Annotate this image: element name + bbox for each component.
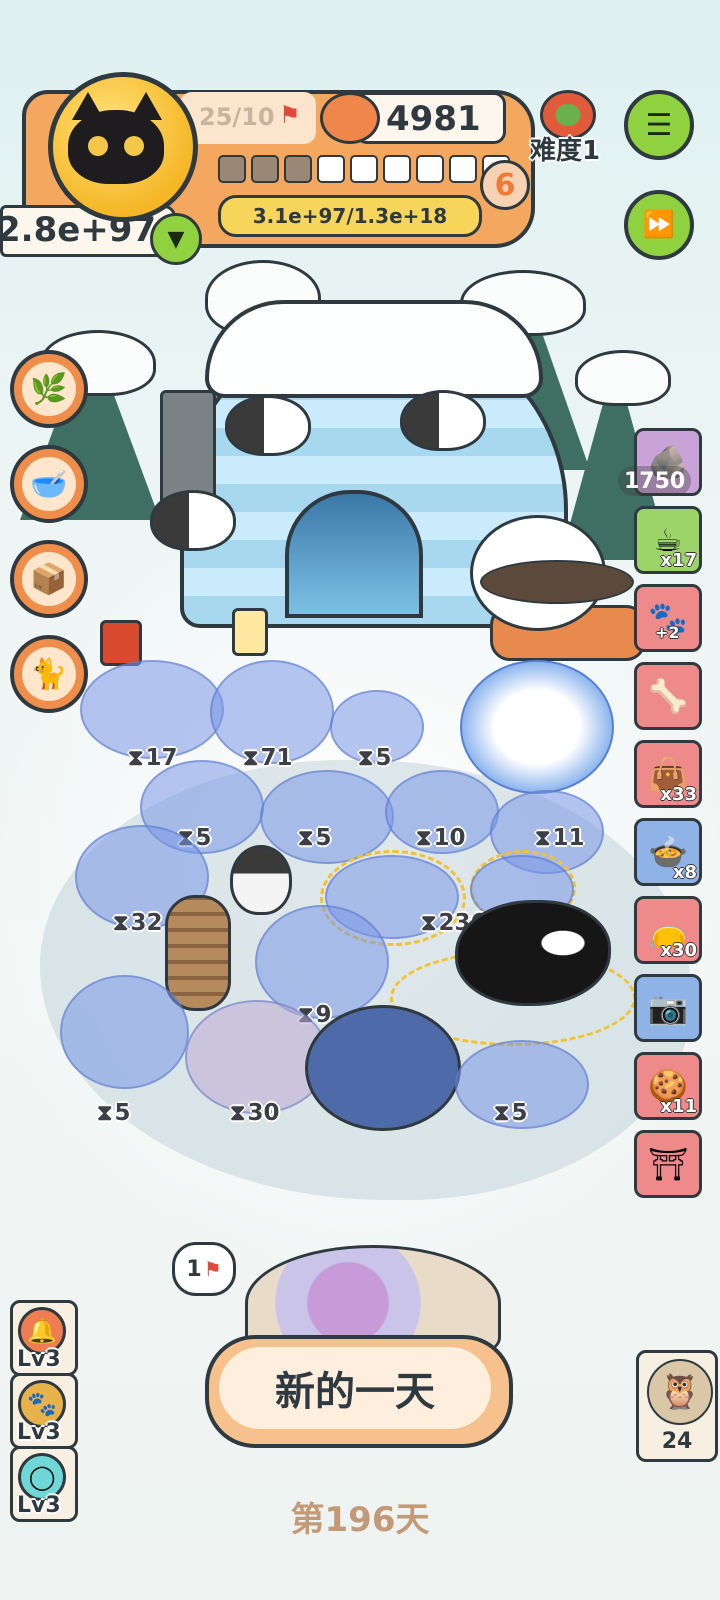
experience-text: 3.1e+97/1.3e+18	[252, 204, 448, 228]
flag-bubble: 1 ⚑	[172, 1242, 236, 1296]
level-progress-boxes	[218, 155, 510, 183]
level-progress-box	[383, 155, 411, 183]
item-slot-bag[interactable]: 👜 x33	[634, 740, 702, 808]
plant-icon: 🌿	[22, 362, 76, 416]
item-slot-tea[interactable]: ☕ x17	[634, 506, 702, 574]
level-progress-box	[317, 155, 345, 183]
puffin[interactable]	[225, 395, 311, 456]
experience-bar: 3.1e+97/1.3e+18	[218, 195, 482, 237]
shrine-icon: ⛩	[647, 1145, 689, 1183]
pangolin[interactable]	[165, 895, 231, 1011]
skill-level: Lv3	[17, 1493, 61, 1518]
flag-counter: 25/10 ⚑	[180, 92, 316, 144]
black-cat-icon	[68, 110, 164, 184]
new-day-button[interactable]: 新的一天	[205, 1335, 513, 1448]
boulder-count: 1750	[618, 466, 692, 496]
penguin-chick[interactable]	[230, 845, 292, 915]
puffin[interactable]	[400, 390, 486, 451]
unit-timer: ⧗5	[97, 1100, 131, 1126]
difficulty-label[interactable]: 难度1	[530, 130, 600, 167]
camera-icon: 📷	[648, 989, 688, 1027]
item-slot-red-pouch[interactable]: 👝 x30	[634, 896, 702, 964]
red-bucket	[100, 620, 142, 666]
unit-timer: ⧗ 11	[535, 825, 585, 851]
level-badge: 6	[480, 160, 530, 210]
frozen-chameleon[interactable]	[60, 975, 189, 1089]
owl-icon: 🦉	[647, 1359, 713, 1425]
level-progress-box	[218, 155, 246, 183]
skill-level: Lv3	[17, 1420, 61, 1445]
unit-timer: ⧗5	[358, 745, 392, 771]
new-day-label: 新的一天	[219, 1347, 491, 1429]
igloo-door[interactable]	[285, 490, 423, 618]
unit-timer: ⧗ 30	[230, 1100, 280, 1126]
unit-timer: ⧗ 32	[113, 910, 163, 936]
item-slot-paw[interactable]: 🐾 +2	[634, 584, 702, 652]
chimney	[160, 390, 216, 506]
item-slot-cookie[interactable]: 🍪 x11	[634, 1052, 702, 1120]
pet-slot[interactable]: 🦉 24	[636, 1350, 718, 1462]
igloo-snow-top	[205, 300, 543, 398]
pelican[interactable]	[480, 560, 634, 604]
seal-creature[interactable]	[305, 1005, 461, 1131]
skill-level: Lv3	[17, 1347, 61, 1372]
cat-food-can-icon	[320, 92, 380, 144]
skill-slot[interactable]: 🔔 Lv3	[10, 1300, 78, 1376]
pet-count: 24	[661, 1429, 693, 1454]
chevron-down-icon[interactable]: ▼	[150, 213, 202, 265]
menu-button[interactable]: ☰	[624, 90, 694, 160]
item-slot-camera[interactable]: 📷	[634, 974, 702, 1042]
unit-timer: ⧗5	[494, 1100, 528, 1126]
unit-timer: ⧗ 71	[243, 745, 293, 771]
upgrade-bowl-button[interactable]: 🥣	[10, 445, 88, 523]
cat-tree-icon: 🐈	[22, 647, 76, 701]
flag-icon: ⚑	[279, 101, 301, 129]
upgrade-box-button[interactable]: 📦	[10, 540, 88, 618]
box-icon: 📦	[22, 552, 76, 606]
level-progress-box	[416, 155, 444, 183]
upgrade-cat-tree-button[interactable]: 🐈	[10, 635, 88, 713]
level-progress-box	[350, 155, 378, 183]
item-slot-pot[interactable]: 🍲 x8	[634, 818, 702, 886]
fast-forward-button[interactable]: ⏩	[624, 190, 694, 260]
snow-cap	[575, 350, 671, 406]
unit-timer: ⧗5	[298, 825, 332, 851]
level-progress-box	[449, 155, 477, 183]
ice-phoenix[interactable]	[460, 660, 614, 794]
puffin[interactable]	[150, 490, 236, 551]
lantern	[232, 608, 268, 656]
item-slot-shrine[interactable]: ⛩	[634, 1130, 702, 1198]
level-progress-box	[251, 155, 279, 183]
upgrade-plant-button[interactable]: 🌿	[10, 350, 88, 428]
day-counter: 第196天	[290, 1500, 430, 1540]
level-progress-box	[284, 155, 312, 183]
bowl-icon: 🥣	[22, 457, 76, 511]
fast-forward-icon: ⏩	[642, 210, 676, 240]
flag-icon: ⚑	[203, 1257, 222, 1281]
skill-slot[interactable]: ◯ Lv3	[10, 1446, 78, 1522]
skill-slot[interactable]: 🐾 Lv3	[10, 1373, 78, 1449]
menu-list-icon: ☰	[645, 107, 673, 143]
fish-skeleton-icon: 🦴	[648, 677, 688, 715]
unit-timer: ⧗ 10	[416, 825, 466, 851]
orca[interactable]	[455, 900, 611, 1006]
item-slot-fish-skeleton[interactable]: 🦴	[634, 662, 702, 730]
